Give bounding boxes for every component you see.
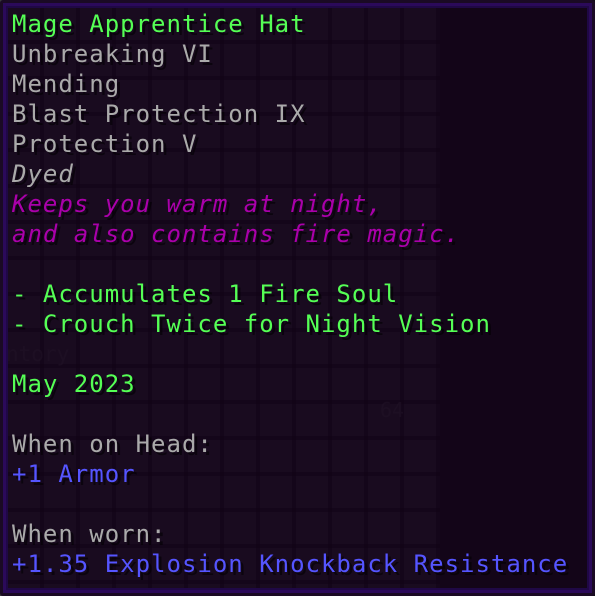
game-screen: ntory 64 Mage Apprentice Hat Unbreaking … [0, 0, 595, 596]
dyed-label: Dyed [12, 160, 74, 188]
enchantment-protection: Protection V [12, 130, 198, 158]
lore-line-2: and also contains fire magic. [12, 220, 461, 248]
tooltip-lines: Mage Apprentice Hat Unbreaking VI Mendin… [12, 9, 586, 579]
enchantment-unbreaking: Unbreaking VI [12, 40, 213, 68]
item-date: May 2023 [12, 370, 136, 398]
ability-fire-soul: - Accumulates 1 Fire Soul [12, 280, 399, 308]
worn-stat-knockback: +1.35 Explosion Knockback Resistance [12, 550, 569, 578]
ability-night-vision: - Crouch Twice for Night Vision [12, 310, 491, 338]
head-stat-armor: +1 Armor [12, 460, 136, 488]
enchantment-blast-protection: Blast Protection IX [12, 100, 306, 128]
head-header: When on Head: [12, 430, 213, 458]
item-name: Mage Apprentice Hat [12, 10, 306, 38]
worn-header: When worn: [12, 520, 167, 548]
lore-line-1: Keeps you warm at night, [12, 190, 383, 218]
enchantment-mending: Mending [12, 70, 121, 98]
item-tooltip: Mage Apprentice Hat Unbreaking VI Mendin… [0, 0, 595, 596]
